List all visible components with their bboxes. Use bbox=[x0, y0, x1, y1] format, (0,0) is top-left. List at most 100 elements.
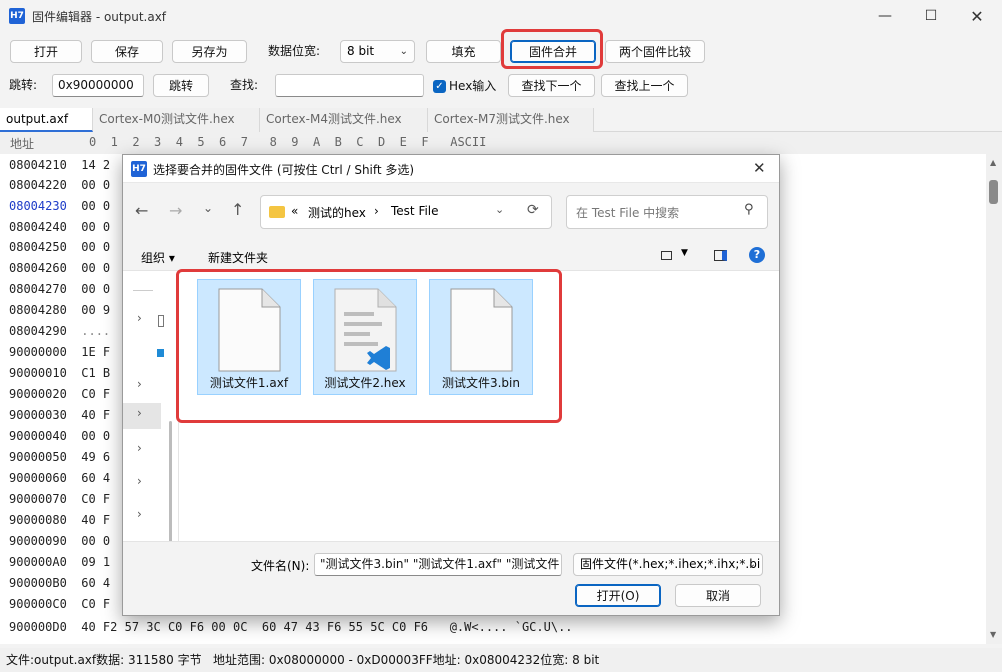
hex-row: 08004270 00 0 bbox=[9, 282, 111, 296]
up-arrow-icon[interactable]: ↑ bbox=[231, 200, 244, 219]
maximize-icon[interactable]: ☐ bbox=[908, 0, 954, 32]
forward-arrow-icon[interactable]: → bbox=[169, 201, 182, 220]
preview-pane-icon[interactable] bbox=[714, 250, 727, 261]
hex-row: 900000D0 40 F2 57 3C C0 F6 00 0C 60 47 4… bbox=[9, 620, 573, 634]
refresh-icon[interactable]: ⟳ bbox=[527, 202, 539, 218]
folder-search-placeholder: 在 Test File 中搜索 bbox=[576, 206, 680, 220]
save-as-button[interactable]: 另存为 bbox=[172, 40, 247, 63]
new-folder-button[interactable]: 新建文件夹 bbox=[208, 249, 268, 266]
filename-input[interactable]: "测试文件3.bin" "测试文件1.axf" "测试文件 bbox=[314, 553, 562, 576]
dialog-close-icon[interactable]: ✕ bbox=[753, 159, 766, 177]
search-icon[interactable]: ⚲ bbox=[744, 202, 754, 217]
breadcrumb-dropdown-icon[interactable]: ⌄ bbox=[495, 203, 504, 216]
folder-icon bbox=[269, 206, 285, 218]
dialog-title-bar: H7 选择要合并的固件文件 (可按住 Ctrl / Shift 多选) ✕ bbox=[123, 155, 779, 183]
find-label: 查找: bbox=[230, 78, 259, 92]
vscode-file-icon bbox=[334, 288, 397, 372]
jump-label: 跳转: bbox=[9, 78, 38, 92]
fill-button[interactable]: 填充 bbox=[426, 40, 501, 63]
breadcrumb-overflow[interactable]: « bbox=[291, 204, 298, 218]
byte-column-headers: 0 1 2 3 4 5 6 7 8 9 A B C D E F ASCII bbox=[89, 135, 487, 149]
hex-row: 90000070 C0 F bbox=[9, 492, 111, 506]
close-icon[interactable]: ✕ bbox=[954, 0, 1000, 32]
find-input[interactable] bbox=[275, 74, 424, 97]
navigation-pane[interactable]: › › › › › › › bbox=[123, 271, 179, 611]
nav-item-selected[interactable] bbox=[123, 403, 161, 429]
find-next-button[interactable]: 查找下一个 bbox=[508, 74, 595, 97]
blank-file-icon bbox=[218, 288, 281, 372]
hex-row: 08004280 00 9 bbox=[9, 303, 111, 317]
merge-file-dialog: H7 选择要合并的固件文件 (可按住 Ctrl / Shift 多选) ✕ ← … bbox=[122, 154, 780, 616]
nav-expand-chevron-icon[interactable]: › bbox=[137, 474, 142, 488]
address-breadcrumb[interactable]: « 测试的hex › Test File ⌄ ⟳ bbox=[260, 195, 552, 229]
organize-menu[interactable]: 组织 ▾ bbox=[141, 249, 175, 266]
hex-row: 900000C0 C0 F bbox=[9, 597, 111, 611]
dialog-cancel-button[interactable]: 取消 bbox=[675, 584, 761, 607]
open-button[interactable]: 打开 bbox=[10, 40, 82, 63]
hex-row: 900000A0 09 1 bbox=[9, 555, 111, 569]
file-tabs: output.axf Cortex-M0测试文件.hex Cortex-M4测试… bbox=[0, 108, 1002, 132]
vertical-scrollbar[interactable]: ▲ ▼ bbox=[986, 154, 1002, 644]
tab-cortex-m0[interactable]: Cortex-M0测试文件.hex bbox=[93, 108, 260, 132]
tab-cortex-m7[interactable]: Cortex-M7测试文件.hex bbox=[428, 108, 594, 132]
scroll-down-icon[interactable]: ▼ bbox=[990, 630, 996, 639]
hex-input-checkbox[interactable]: ✓ bbox=[433, 80, 446, 93]
data-width-select[interactable]: 8 bit ⌄ bbox=[340, 40, 415, 63]
dialog-open-button[interactable]: 打开(O) bbox=[575, 584, 661, 607]
breadcrumb-chevron-icon: › bbox=[374, 204, 379, 218]
hex-row: 90000060 60 4 bbox=[9, 471, 111, 485]
nav-expand-chevron-icon[interactable]: › bbox=[137, 377, 142, 391]
file-type-filter-select[interactable]: 固件文件(*.hex;*.ihex;*.ihx;*.bi ⌄ bbox=[573, 553, 763, 576]
nav-expand-chevron-icon[interactable]: › bbox=[137, 507, 142, 521]
folder-search-box[interactable]: 在 Test File 中搜索 ⚲ bbox=[566, 195, 768, 229]
view-mode-chevron-icon[interactable]: ▼ bbox=[681, 248, 688, 258]
hex-header: 地址 0 1 2 3 4 5 6 7 8 9 A B C D E F ASCII bbox=[0, 132, 1002, 154]
breadcrumb-current[interactable]: Test File bbox=[391, 204, 439, 218]
scrollbar-thumb[interactable] bbox=[989, 180, 998, 204]
filename-label: 文件名(N): bbox=[251, 559, 310, 573]
firmware-compare-button[interactable]: 两个固件比较 bbox=[605, 40, 705, 63]
app-icon: H7 bbox=[9, 8, 25, 24]
data-width-value: 8 bit bbox=[347, 44, 375, 58]
hex-row: 90000080 40 F bbox=[9, 513, 111, 527]
find-prev-button[interactable]: 查找上一个 bbox=[601, 74, 688, 97]
minimize-icon[interactable]: — bbox=[862, 0, 908, 32]
nav-expand-chevron-icon[interactable]: › bbox=[137, 441, 142, 455]
tab-cortex-m4[interactable]: Cortex-M4测试文件.hex bbox=[260, 108, 428, 132]
jump-address-input[interactable]: 0x90000000 bbox=[52, 74, 144, 97]
back-arrow-icon[interactable]: ← bbox=[135, 201, 148, 220]
file-type-filter-value: 固件文件(*.hex;*.ihex;*.ihx;*.bi bbox=[580, 557, 761, 571]
hex-row: 90000010 C1 B bbox=[9, 366, 111, 380]
nav-expand-chevron-icon[interactable]: › bbox=[137, 311, 142, 325]
hex-row: 90000000 1E F bbox=[9, 345, 111, 359]
save-button[interactable]: 保存 bbox=[91, 40, 163, 63]
file-item-2[interactable]: 测试文件2.hex bbox=[313, 279, 417, 395]
status-bar: 文件:output.axf数据: 311580 字节 地址范围: 0x08000… bbox=[0, 648, 1002, 672]
hex-row: 08004220 00 0 bbox=[9, 178, 111, 192]
help-icon[interactable]: ? bbox=[749, 247, 765, 263]
file-name: 测试文件1.axf bbox=[209, 376, 289, 390]
hex-row: 08004240 00 0 bbox=[9, 220, 111, 234]
dialog-command-bar: 组织 ▾ 新建文件夹 ▼ ? bbox=[123, 241, 779, 271]
data-width-label: 数据位宽: bbox=[268, 44, 321, 58]
hex-row: 08004260 00 0 bbox=[9, 261, 111, 275]
view-mode-icon[interactable] bbox=[661, 251, 672, 260]
window-title: 固件编辑器 - output.axf bbox=[32, 10, 167, 24]
address-column-header: 地址 bbox=[10, 137, 35, 151]
scroll-up-icon[interactable]: ▲ bbox=[990, 158, 996, 167]
hex-row: 90000020 C0 F bbox=[9, 387, 111, 401]
blank-file-icon bbox=[450, 288, 513, 372]
tab-output-axf[interactable]: output.axf bbox=[0, 108, 93, 132]
nav-expand-chevron-icon[interactable]: › bbox=[137, 406, 142, 420]
file-name: 测试文件2.hex bbox=[324, 376, 406, 390]
hex-row: 08004210 14 2 bbox=[9, 158, 111, 172]
breadcrumb-parent[interactable]: 测试的hex bbox=[308, 204, 366, 221]
firmware-merge-button[interactable]: 固件合并 bbox=[510, 40, 596, 63]
hex-row: 900000B0 60 4 bbox=[9, 576, 111, 590]
file-item-3[interactable]: 测试文件3.bin bbox=[429, 279, 533, 395]
recent-locations-chevron-icon[interactable]: ⌄ bbox=[203, 201, 213, 215]
hex-row: 90000030 40 F bbox=[9, 408, 111, 422]
file-item-1[interactable]: 测试文件1.axf bbox=[197, 279, 301, 395]
chevron-down-icon: ⌄ bbox=[399, 46, 408, 57]
jump-button[interactable]: 跳转 bbox=[153, 74, 209, 97]
